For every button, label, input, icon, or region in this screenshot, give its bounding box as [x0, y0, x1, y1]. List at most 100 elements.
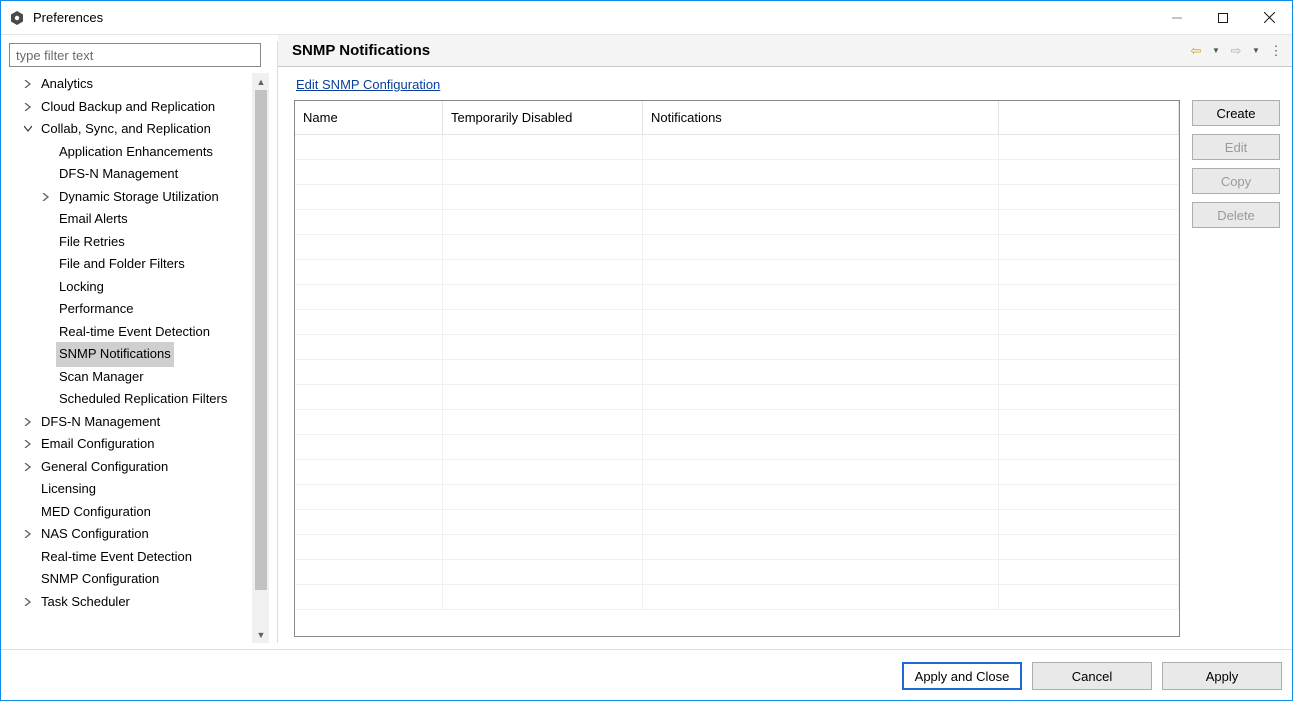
chevron-right-icon[interactable]	[21, 103, 35, 111]
chevron-right-icon[interactable]	[21, 80, 35, 88]
tree-item[interactable]: File and Folder Filters	[11, 253, 252, 276]
table-row[interactable]	[295, 535, 1179, 560]
table-row[interactable]	[295, 185, 1179, 210]
tree-item[interactable]: Application Enhancements	[11, 141, 252, 164]
tree-item-label[interactable]: File Retries	[56, 230, 128, 255]
create-button[interactable]: Create	[1192, 100, 1280, 126]
forward-menu-icon[interactable]: ▼	[1248, 43, 1264, 59]
tree-item[interactable]: MED Configuration	[11, 501, 252, 524]
tree-item[interactable]: SNMP Configuration	[11, 568, 252, 591]
forward-icon[interactable]: ⇨	[1228, 43, 1244, 59]
tree-item-label[interactable]: Real-time Event Detection	[56, 320, 213, 345]
scroll-thumb[interactable]	[255, 90, 267, 590]
tree-item[interactable]: Performance	[11, 298, 252, 321]
scroll-down-icon[interactable]: ▼	[253, 626, 269, 643]
tree-item-label[interactable]: Locking	[56, 275, 107, 300]
back-menu-icon[interactable]: ▼	[1208, 43, 1224, 59]
tree-item-label[interactable]: DFS-N Management	[38, 410, 163, 435]
tree-item[interactable]: Cloud Backup and Replication	[11, 96, 252, 119]
tree-item[interactable]: Analytics	[11, 73, 252, 96]
col-notifications[interactable]: Notifications	[643, 101, 999, 134]
tree-item-label[interactable]: Scan Manager	[56, 365, 147, 390]
cancel-button[interactable]: Cancel	[1032, 662, 1152, 690]
tree-item-label[interactable]: MED Configuration	[38, 500, 154, 525]
tree-item[interactable]: File Retries	[11, 231, 252, 254]
tree-item-label[interactable]: SNMP Notifications	[56, 342, 174, 367]
table-row[interactable]	[295, 510, 1179, 535]
table-row[interactable]	[295, 360, 1179, 385]
tree-item-label[interactable]: Email Configuration	[38, 432, 157, 457]
table-row[interactable]	[295, 335, 1179, 360]
tree-item[interactable]: General Configuration	[11, 456, 252, 479]
table-row[interactable]	[295, 485, 1179, 510]
delete-button[interactable]: Delete	[1192, 202, 1280, 228]
close-button[interactable]	[1246, 1, 1292, 34]
tree-item-label[interactable]: NAS Configuration	[38, 522, 152, 547]
tree-item-label[interactable]: Email Alerts	[56, 207, 131, 232]
notifications-table[interactable]: Name Temporarily Disabled Notifications	[294, 100, 1180, 637]
table-row[interactable]	[295, 435, 1179, 460]
chevron-right-icon[interactable]	[21, 530, 35, 538]
tree-item-label[interactable]: Cloud Backup and Replication	[38, 95, 218, 120]
minimize-button[interactable]	[1154, 1, 1200, 34]
table-row[interactable]	[295, 310, 1179, 335]
nav-tree[interactable]: AnalyticsCloud Backup and ReplicationCol…	[7, 73, 252, 643]
tree-item[interactable]: Collab, Sync, and Replication	[11, 118, 252, 141]
tree-item[interactable]: Locking	[11, 276, 252, 299]
chevron-right-icon[interactable]	[21, 463, 35, 471]
table-row[interactable]	[295, 235, 1179, 260]
tree-item[interactable]: Real-time Event Detection	[11, 546, 252, 569]
tree-item[interactable]: NAS Configuration	[11, 523, 252, 546]
tree-item-label[interactable]: Licensing	[38, 477, 99, 502]
chevron-right-icon[interactable]	[39, 193, 53, 201]
tree-item[interactable]: Email Alerts	[11, 208, 252, 231]
tree-item[interactable]: DFS-N Management	[11, 163, 252, 186]
tree-item[interactable]: Scan Manager	[11, 366, 252, 389]
tree-item[interactable]: Dynamic Storage Utilization	[11, 186, 252, 209]
tree-scrollbar[interactable]: ▲ ▼	[252, 73, 269, 643]
table-row[interactable]	[295, 210, 1179, 235]
tree-item-label[interactable]: Performance	[56, 297, 136, 322]
tree-item-label[interactable]: Real-time Event Detection	[38, 545, 195, 570]
tree-item-label[interactable]: Application Enhancements	[56, 140, 216, 165]
tree-item[interactable]: DFS-N Management	[11, 411, 252, 434]
tree-item-label[interactable]: SNMP Configuration	[38, 567, 162, 592]
table-row[interactable]	[295, 135, 1179, 160]
chevron-right-icon[interactable]	[21, 598, 35, 606]
tree-item[interactable]: Email Configuration	[11, 433, 252, 456]
tree-item[interactable]: Scheduled Replication Filters	[11, 388, 252, 411]
tree-item-label[interactable]: Dynamic Storage Utilization	[56, 185, 222, 210]
table-row[interactable]	[295, 160, 1179, 185]
table-row[interactable]	[295, 460, 1179, 485]
copy-button[interactable]: Copy	[1192, 168, 1280, 194]
tree-item[interactable]: Licensing	[11, 478, 252, 501]
scroll-up-icon[interactable]: ▲	[253, 73, 269, 90]
apply-and-close-button[interactable]: Apply and Close	[902, 662, 1022, 690]
tree-item-label[interactable]: DFS-N Management	[56, 162, 181, 187]
col-temporarily-disabled[interactable]: Temporarily Disabled	[443, 101, 643, 134]
maximize-button[interactable]	[1200, 1, 1246, 34]
chevron-right-icon[interactable]	[21, 418, 35, 426]
edit-button[interactable]: Edit	[1192, 134, 1280, 160]
table-row[interactable]	[295, 585, 1179, 610]
tree-item-label[interactable]: General Configuration	[38, 455, 171, 480]
chevron-right-icon[interactable]	[21, 440, 35, 448]
tree-item-label[interactable]: File and Folder Filters	[56, 252, 188, 277]
table-row[interactable]	[295, 410, 1179, 435]
table-row[interactable]	[295, 260, 1179, 285]
tree-item-label[interactable]: Analytics	[38, 73, 96, 97]
tree-item[interactable]: SNMP Notifications	[11, 343, 252, 366]
back-icon[interactable]: ⇦	[1188, 43, 1204, 59]
table-row[interactable]	[295, 285, 1179, 310]
table-row[interactable]	[295, 385, 1179, 410]
table-row[interactable]	[295, 560, 1179, 585]
tree-item[interactable]: Real-time Event Detection	[11, 321, 252, 344]
kebab-menu-icon[interactable]: ⋮	[1268, 43, 1284, 59]
tree-item-label[interactable]: Collab, Sync, and Replication	[38, 117, 214, 142]
tree-item-label[interactable]: Scheduled Replication Filters	[56, 387, 230, 412]
chevron-down-icon[interactable]	[21, 125, 35, 133]
col-name[interactable]: Name	[295, 101, 443, 134]
edit-snmp-config-link[interactable]: Edit SNMP Configuration	[296, 77, 1280, 92]
filter-input[interactable]	[9, 43, 261, 67]
apply-button[interactable]: Apply	[1162, 662, 1282, 690]
